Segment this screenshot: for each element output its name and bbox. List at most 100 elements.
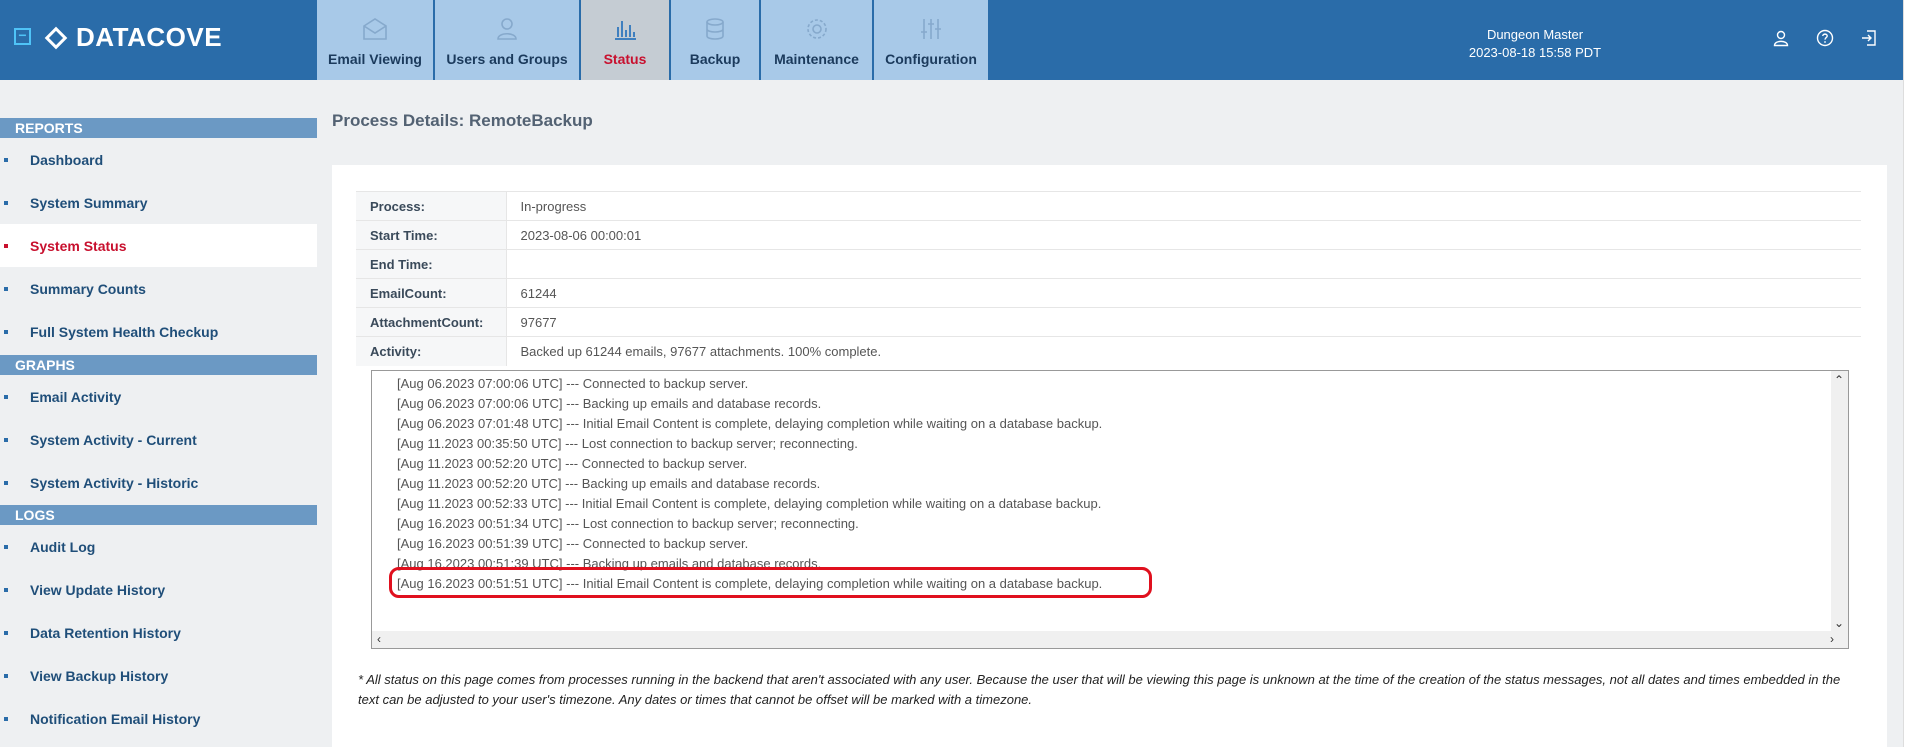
- sidebar-item-audit-log[interactable]: Audit Log: [0, 525, 317, 568]
- table-row: Process: In-progress: [356, 191, 1861, 221]
- table-row: EmailCount: 61244: [356, 278, 1861, 308]
- log-horizontal-scrollbar[interactable]: ‹ ›: [372, 631, 1848, 648]
- log-vertical-scrollbar[interactable]: ⌃ ⌄: [1831, 371, 1848, 633]
- log-line: [Aug 06.2023 07:00:06 UTC] --- Connected…: [397, 376, 749, 391]
- detail-key: Activity:: [356, 336, 507, 366]
- user-icon[interactable]: [1772, 29, 1790, 47]
- activity-log-box[interactable]: [Aug 06.2023 07:00:06 UTC] --- Connected…: [371, 370, 1849, 649]
- sidebar-item-email-activity[interactable]: Email Activity: [0, 375, 317, 418]
- user-name: Dungeon Master: [1486, 27, 1584, 42]
- log-lines: [Aug 06.2023 07:00:06 UTC] --- Connected…: [397, 374, 1102, 594]
- log-line: [Aug 06.2023 07:00:06 UTC] --- Backing u…: [397, 396, 822, 411]
- log-line: [Aug 11.2023 00:35:50 UTC] --- Lost conn…: [397, 436, 858, 451]
- log-line: [Aug 06.2023 07:01:48 UTC] --- Initial E…: [397, 416, 1103, 431]
- menu-toggle-icon[interactable]: −: [14, 28, 31, 45]
- log-line: [Aug 11.2023 00:52:20 UTC] --- Connected…: [397, 456, 748, 471]
- scroll-left-icon[interactable]: ‹: [377, 633, 381, 645]
- sidebar-item-label: System Activity - Historic: [30, 474, 199, 491]
- table-row: AttachmentCount: 97677: [356, 307, 1861, 337]
- sidebar-item-view-backup-history[interactable]: View Backup History: [0, 654, 317, 697]
- log-line: [Aug 16.2023 00:51:39 UTC] --- Backing u…: [397, 556, 822, 571]
- detail-value: In-progress: [506, 191, 1861, 221]
- bullet-icon: [4, 200, 8, 205]
- sidebar-item-label: View Update History: [30, 581, 166, 598]
- sidebar-section-reports: REPORTS: [0, 118, 317, 138]
- sidebar-item-notification-email-history[interactable]: Notification Email History: [0, 697, 317, 740]
- sidebar-item-label: Audit Log: [30, 538, 96, 555]
- bullet-icon: [4, 329, 8, 334]
- tab-users-and-groups[interactable]: Users and Groups: [435, 0, 581, 80]
- table-row: End Time:: [356, 249, 1861, 279]
- database-icon: [701, 15, 729, 43]
- page-title: Process Details: RemoteBackup: [332, 111, 593, 130]
- process-details-table: Process: In-progress Start Time: 2023-08-0…: [356, 191, 1861, 366]
- bullet-icon: [4, 437, 8, 442]
- envelope-icon: [361, 15, 389, 43]
- timezone-footnote: * All status on this page comes from pro…: [358, 672, 1841, 707]
- tab-label: Email Viewing: [328, 51, 422, 67]
- bullet-icon: [4, 286, 8, 291]
- tab-maintenance[interactable]: Maintenance: [761, 0, 874, 80]
- log-line: [Aug 11.2023 00:52:33 UTC] --- Initial E…: [397, 496, 1102, 511]
- sidebar-item-system-status[interactable]: System Status: [0, 224, 317, 267]
- scroll-right-icon[interactable]: ›: [1830, 633, 1834, 645]
- top-header: − DATACOVE Email Viewing Users and Group…: [0, 0, 1920, 80]
- sidebar-item-data-retention-history[interactable]: Data Retention History: [0, 611, 317, 654]
- sidebar-item-label: Email Activity: [30, 388, 122, 405]
- main-nav-tabs: Email Viewing Users and Groups Status Ba…: [317, 0, 990, 80]
- detail-value: 61244: [506, 278, 1861, 308]
- tab-label: Configuration: [885, 51, 977, 67]
- bullet-icon: [4, 157, 8, 162]
- diamond-icon: [44, 26, 68, 49]
- scroll-up-icon[interactable]: ⌃: [1834, 374, 1844, 386]
- sidebar-item-full-system-health-checkup[interactable]: Full System Health Checkup: [0, 310, 317, 353]
- sidebar-item-label: Data Retention History: [30, 624, 181, 641]
- table-row: Activity: Backed up 61244 emails, 97677 a…: [356, 336, 1861, 366]
- sidebar-item-system-activity-current[interactable]: System Activity - Current: [0, 418, 317, 461]
- bullet-icon: [4, 587, 8, 592]
- header-icons: [1772, 29, 1878, 47]
- detail-value: [506, 249, 1861, 279]
- sidebar: REPORTS Dashboard System Summary System …: [0, 80, 317, 747]
- tab-configuration[interactable]: Configuration: [874, 0, 990, 80]
- sidebar-item-view-update-history[interactable]: View Update History: [0, 568, 317, 611]
- user-info: Dungeon Master 2023-08-18 15:58 PDT: [1430, 26, 1640, 62]
- bar-chart-icon: [611, 15, 639, 43]
- detail-value: 97677: [506, 307, 1861, 337]
- detail-key: Start Time:: [356, 220, 507, 250]
- users-icon: [493, 15, 521, 43]
- detail-value: 2023-08-06 00:00:01: [506, 220, 1861, 250]
- brand-logo[interactable]: DATACOVE: [44, 22, 222, 53]
- sidebar-item-dashboard[interactable]: Dashboard: [0, 138, 317, 181]
- sidebar-item-system-activity-historic[interactable]: System Activity - Historic: [0, 461, 317, 504]
- help-icon[interactable]: [1816, 29, 1834, 47]
- sidebar-item-label: System Summary: [30, 194, 148, 211]
- tab-label: Users and Groups: [446, 51, 568, 67]
- sidebar-item-label: Dashboard: [30, 151, 104, 168]
- page-scrollbar[interactable]: [1903, 0, 1920, 747]
- sidebar-item-label: Summary Counts: [30, 280, 146, 297]
- sidebar-item-summary-counts[interactable]: Summary Counts: [0, 267, 317, 310]
- sidebar-item-label: Full System Health Checkup: [30, 323, 219, 340]
- sidebar-item-label: Notification Email History: [30, 710, 201, 727]
- log-line: [Aug 16.2023 00:51:39 UTC] --- Connected…: [397, 536, 749, 551]
- logout-icon[interactable]: [1860, 29, 1878, 47]
- log-line: [Aug 16.2023 00:51:51 UTC] --- Initial E…: [397, 576, 1103, 591]
- tab-email-viewing[interactable]: Email Viewing: [317, 0, 435, 80]
- detail-key: AttachmentCount:: [356, 307, 507, 337]
- bullet-icon: [4, 243, 8, 248]
- bullet-icon: [4, 630, 8, 635]
- current-datetime: 2023-08-18 15:58 PDT: [1468, 45, 1602, 60]
- detail-key: End Time:: [356, 249, 507, 279]
- scroll-down-icon[interactable]: ⌄: [1834, 617, 1844, 629]
- bullet-icon: [4, 673, 8, 678]
- detail-value: Backed up 61244 emails, 97677 attachment…: [506, 336, 1861, 366]
- tab-status[interactable]: Status: [581, 0, 671, 80]
- detail-key: Process:: [356, 191, 507, 221]
- sliders-icon: [917, 15, 945, 43]
- tab-backup[interactable]: Backup: [671, 0, 761, 80]
- sidebar-item-system-summary[interactable]: System Summary: [0, 181, 317, 224]
- table-row: Start Time: 2023-08-06 00:00:01: [356, 220, 1861, 250]
- detail-key: EmailCount:: [356, 278, 507, 308]
- sidebar-section-logs: LOGS: [0, 505, 317, 525]
